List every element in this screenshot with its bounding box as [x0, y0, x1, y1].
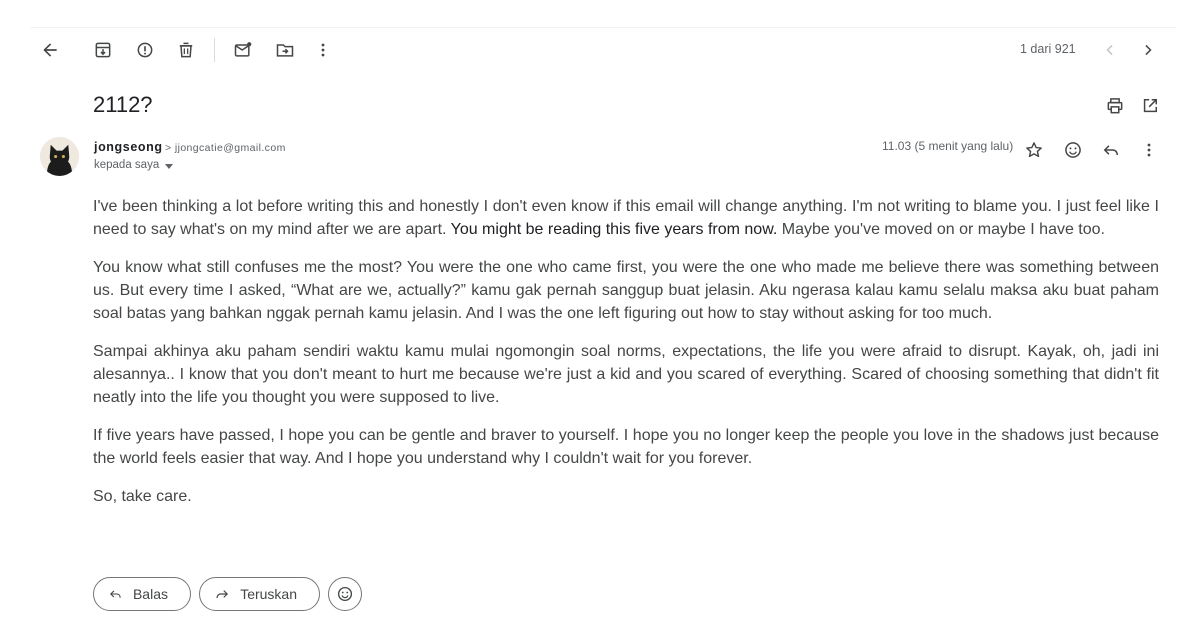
email-body: I've been thinking a lot before writing …	[93, 195, 1159, 523]
delete-icon[interactable]	[172, 36, 200, 64]
star-icon[interactable]	[1020, 136, 1048, 164]
body-paragraph: If five years have passed, I hope you ca…	[93, 427, 1159, 467]
pager-count: 1 dari 921	[1020, 42, 1076, 56]
more-vertical-icon[interactable]	[309, 36, 337, 64]
body-text: Maybe you've moved on or maybe I have to…	[777, 221, 1105, 238]
chevron-left-icon[interactable]	[1096, 36, 1124, 64]
add-reaction-icon[interactable]	[1059, 136, 1087, 164]
reply-button[interactable]: Balas	[93, 577, 191, 611]
recipient-line: kepada saya	[94, 159, 174, 171]
mark-unread-icon[interactable]	[229, 36, 257, 64]
reply-icon[interactable]	[1097, 136, 1125, 164]
open-new-window-icon[interactable]	[1136, 92, 1164, 120]
body-highlight-text: You might be reading this five years fro…	[450, 221, 778, 238]
toolbar: 1 dari 921	[0, 36, 1200, 64]
recipient-label: kepada saya	[94, 159, 160, 171]
top-divider	[30, 27, 1176, 28]
reply-button-label: Balas	[132, 586, 168, 602]
recipient-details-dropdown-icon[interactable]	[165, 163, 174, 169]
body-paragraph: You know what still confuses me the most…	[93, 259, 1159, 322]
avatar[interactable]	[40, 137, 79, 176]
body-paragraph: So, take care.	[93, 488, 192, 505]
sender-name[interactable]: jongseong	[94, 140, 163, 154]
emoji-reaction-button[interactable]	[328, 577, 362, 611]
smiley-icon	[337, 586, 353, 602]
print-icon[interactable]	[1101, 92, 1129, 120]
reply-icon	[110, 590, 121, 598]
forward-button[interactable]: Teruskan	[199, 577, 320, 611]
body-paragraph: I've been thinking a lot before writing …	[93, 195, 1159, 241]
reply-bar: Balas Teruskan	[93, 577, 362, 611]
forward-icon	[216, 590, 229, 599]
body-paragraph: Sampai akhinya aku paham sendiri waktu k…	[93, 343, 1159, 406]
archive-icon[interactable]	[89, 36, 117, 64]
move-to-icon[interactable]	[271, 36, 299, 64]
forward-button-label: Teruskan	[240, 586, 297, 602]
chevron-right-icon[interactable]	[1134, 36, 1162, 64]
back-arrow-icon[interactable]	[36, 36, 64, 64]
sender-email: > jjongcatie@gmail.com	[165, 142, 286, 154]
email-subject: 2112?	[93, 92, 153, 117]
message-timestamp: 11.03 (5 menit yang lalu)	[882, 139, 1014, 153]
toolbar-separator	[214, 38, 215, 62]
message-more-icon[interactable]	[1135, 136, 1163, 164]
report-spam-icon[interactable]	[131, 36, 159, 64]
